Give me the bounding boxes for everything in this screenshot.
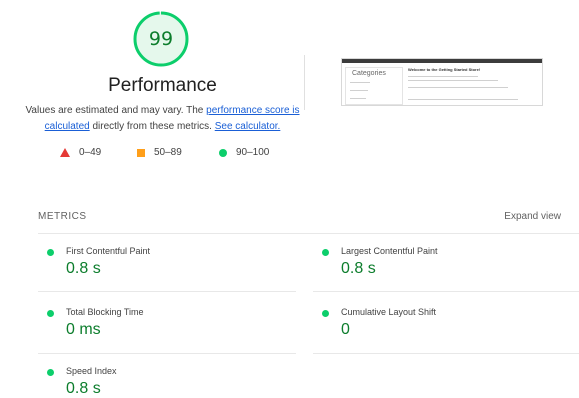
- metric-value: 0.8 s: [66, 260, 101, 277]
- expand-view-button[interactable]: Expand view: [504, 211, 561, 222]
- thumbnail-line: [408, 80, 498, 81]
- pass-circle-icon: [322, 310, 329, 317]
- square-icon: [137, 148, 145, 157]
- thumbnail-line: [408, 76, 478, 77]
- metric-value: 0.8 s: [66, 380, 101, 397]
- metrics-header: METRICS: [38, 211, 87, 222]
- pass-circle-icon: [47, 369, 54, 376]
- legend-average: 50–89: [137, 147, 182, 158]
- legend-pass: 90–100: [219, 147, 269, 158]
- legend-fail: 0–49: [60, 147, 101, 158]
- thumbnail-line: [350, 98, 366, 99]
- legend-label: 0–49: [79, 147, 102, 158]
- thumbnail-line: [350, 82, 370, 83]
- thumbnail-line: [350, 90, 368, 91]
- thumbnail-line: [408, 99, 518, 100]
- performance-title: Performance: [108, 75, 217, 96]
- thumbnail-navbar: [342, 59, 542, 63]
- pass-circle-icon: [47, 310, 54, 317]
- metric-name: Largest Contentful Paint: [341, 246, 438, 256]
- pass-circle-icon: [47, 249, 54, 256]
- legend-label: 90–100: [236, 147, 270, 158]
- divider: [38, 233, 579, 234]
- performance-score: 99: [148, 28, 174, 50]
- circle-icon: [219, 148, 227, 157]
- divider: [38, 353, 296, 354]
- metric-name: Cumulative Layout Shift: [341, 307, 437, 317]
- thumbnail-welcome-text: Welcome to the Getting Started Store!: [408, 67, 481, 72]
- description-text-middle: directly from these metrics.: [89, 121, 215, 132]
- thumbnail-categories-label: Categories: [352, 70, 386, 77]
- legend-label: 50–89: [154, 147, 182, 158]
- triangle-icon: [60, 148, 70, 157]
- thumbnail-line: [408, 87, 508, 88]
- divider: [38, 291, 296, 292]
- metric-value: 0.8 s: [341, 260, 376, 277]
- description-text: Values are estimated and may vary. The: [25, 105, 207, 116]
- page-screenshot-thumbnail[interactable]: Categories Welcome to the Getting Starte…: [341, 58, 543, 106]
- metric-value: 0: [341, 321, 350, 338]
- pass-circle-icon: [322, 249, 329, 256]
- metric-name: First Contentful Paint: [66, 246, 151, 256]
- divider: [313, 291, 579, 292]
- see-calculator-link[interactable]: See calculator.: [215, 121, 281, 132]
- performance-description: Values are estimated and may vary. The p…: [24, 103, 301, 135]
- divider: [313, 353, 579, 354]
- metric-name: Total Blocking Time: [66, 307, 144, 317]
- metric-value: 0 ms: [66, 321, 101, 338]
- metric-name: Speed Index: [66, 366, 117, 376]
- vertical-divider: [304, 55, 305, 110]
- thumbnail-sidebar: Categories: [345, 67, 403, 105]
